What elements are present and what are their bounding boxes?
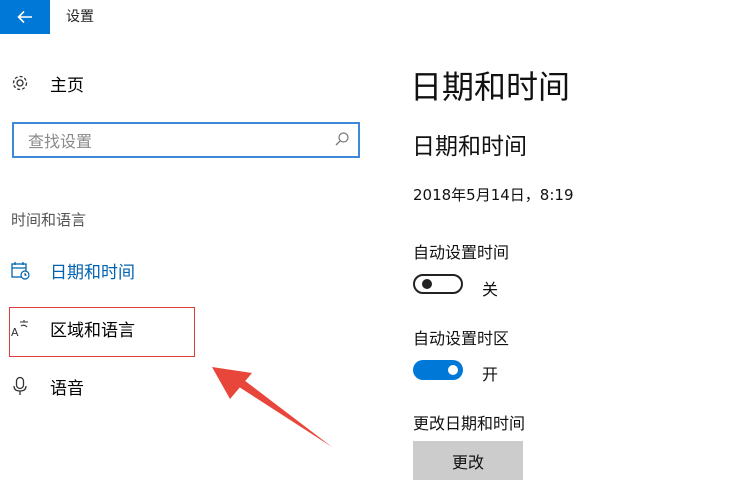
sidebar-item-date-time[interactable]: 日期和时间 (10, 254, 135, 286)
search-box[interactable] (12, 122, 360, 158)
current-datetime: 2018年5月14日，8:19 (413, 186, 574, 204)
home-label: 主页 (50, 75, 84, 96)
toggle-knob (422, 279, 432, 289)
auto-time-label: 自动设置时间 (413, 243, 510, 262)
search-icon[interactable] (334, 131, 350, 147)
change-button[interactable]: 更改 (413, 441, 523, 480)
sidebar-item-speech[interactable]: 语音 (10, 370, 84, 402)
auto-time-state: 关 (482, 280, 499, 299)
section-heading: 时间和语言 (11, 211, 87, 229)
auto-time-toggle[interactable] (413, 274, 463, 294)
toggle-knob (448, 365, 458, 375)
home-nav-item[interactable]: 主页 (10, 69, 84, 97)
search-input[interactable] (26, 128, 330, 154)
sidebar-item-label: 日期和时间 (50, 262, 135, 283)
annotation-highlight-box (9, 307, 195, 357)
auto-timezone-toggle[interactable] (413, 360, 463, 380)
back-arrow-icon (17, 10, 32, 24)
microphone-icon (13, 376, 27, 395)
back-button[interactable] (0, 0, 50, 34)
change-datetime-label: 更改日期和时间 (413, 414, 526, 433)
calendar-clock-icon (11, 262, 30, 280)
section-title: 日期和时间 (412, 134, 527, 160)
auto-timezone-label: 自动设置时区 (413, 329, 510, 348)
page-title: 日期和时间 (410, 68, 571, 106)
gear-icon (12, 75, 28, 91)
auto-timezone-state: 开 (482, 365, 499, 384)
annotation-arrow (212, 367, 332, 447)
sidebar-item-label: 语音 (50, 378, 84, 399)
window-title: 设置 (66, 9, 94, 25)
